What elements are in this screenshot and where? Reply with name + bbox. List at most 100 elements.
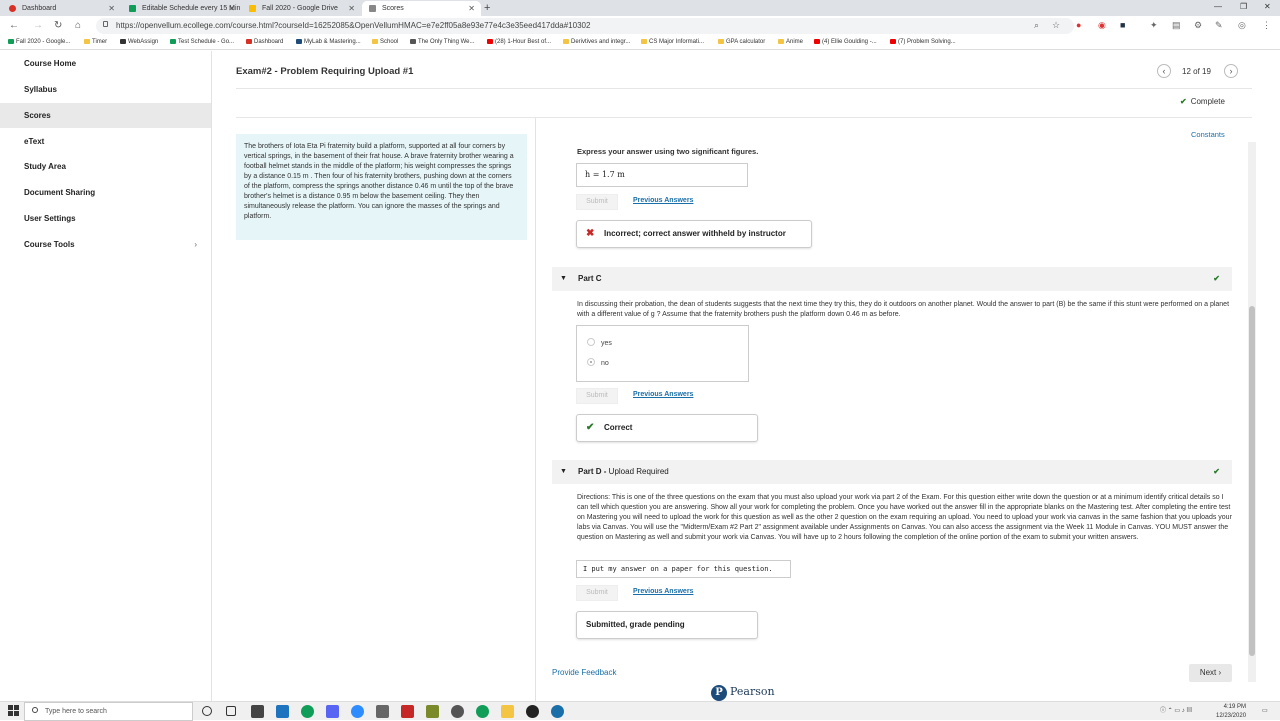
close-window-icon[interactable]: ✕: [1264, 0, 1271, 14]
cortana-icon[interactable]: [202, 706, 212, 716]
pearson-logo: P Pearson: [711, 685, 775, 701]
close-tab-icon[interactable]: ✕: [108, 1, 115, 16]
extension-icon[interactable]: ▤: [1172, 18, 1181, 32]
tab-favicon-icon: [129, 5, 136, 12]
taskbar-search-input[interactable]: Type here to search: [24, 702, 193, 721]
bookmark-item[interactable]: Fall 2020 - Google...: [8, 36, 70, 48]
bookmark-item[interactable]: Anime: [778, 36, 803, 48]
close-tab-icon[interactable]: ✕: [468, 1, 475, 16]
part-d-header[interactable]: ▼ Part D - Upload Required ✔: [552, 460, 1232, 484]
sidebar-item-scores[interactable]: Scores: [0, 103, 211, 128]
sidebar-item-etext[interactable]: eText: [0, 129, 211, 154]
zoom-icon[interactable]: [351, 705, 364, 718]
bookmark-item[interactable]: Derivtives and integr...: [563, 36, 630, 48]
sidebar-item-user-settings[interactable]: User Settings: [0, 206, 211, 231]
bookmark-item[interactable]: The Only Thing We...: [410, 36, 474, 48]
taskbar-clock[interactable]: 4:19 PM 12/23/2020: [1216, 703, 1246, 721]
part-b-answer-field[interactable]: h = 1.7 m: [576, 163, 748, 187]
collapse-triangle-icon[interactable]: ▼: [560, 267, 567, 291]
new-tab-button[interactable]: +: [484, 0, 490, 16]
discord-icon[interactable]: [326, 705, 339, 718]
collapse-triangle-icon[interactable]: ▼: [560, 460, 567, 484]
sidebar-item-syllabus[interactable]: Syllabus: [0, 77, 211, 102]
minimize-icon[interactable]: —: [1214, 0, 1222, 14]
browser-menu-icon[interactable]: ⋮: [1262, 18, 1271, 32]
app-icon[interactable]: [376, 705, 389, 718]
constants-link[interactable]: Constants: [1191, 130, 1225, 139]
part-d-answer-field[interactable]: I put my answer on a paper for this ques…: [576, 560, 791, 578]
sidebar-item-course-home[interactable]: Course Home: [0, 51, 211, 76]
page-title: Exam#2 - Problem Requiring Upload #1: [236, 66, 414, 77]
bookmark-item[interactable]: School: [372, 36, 398, 48]
profile-avatar-icon[interactable]: ◎: [1238, 18, 1246, 32]
sidebar-item-document-sharing[interactable]: Document Sharing: [0, 180, 211, 205]
chrome-icon[interactable]: [476, 705, 489, 718]
part-b-submit-button[interactable]: Submit: [576, 194, 618, 210]
part-d-submit-button[interactable]: Submit: [576, 585, 618, 601]
app-icon[interactable]: [526, 705, 539, 718]
next-item-button[interactable]: ›: [1224, 64, 1238, 78]
previous-item-button[interactable]: ‹: [1157, 64, 1171, 78]
column-divider: [535, 118, 536, 701]
edge-icon[interactable]: [551, 705, 564, 718]
windows-start-icon[interactable]: [8, 705, 20, 717]
radio-option-no[interactable]: no: [587, 358, 609, 369]
part-c-header[interactable]: ▼ Part C ✔: [552, 267, 1232, 291]
part-c-submit-button[interactable]: Submit: [576, 388, 618, 404]
bookmark-item[interactable]: (7) Problem Solving...: [890, 36, 956, 48]
bookmark-item[interactable]: Timer: [84, 36, 107, 48]
notifications-icon[interactable]: ▭: [1262, 707, 1268, 716]
address-bar[interactable]: https://openvellum.ecollege.com/course.h…: [96, 18, 1074, 34]
back-icon[interactable]: ←: [9, 19, 19, 33]
check-icon: ✔: [1213, 467, 1220, 476]
reload-icon[interactable]: ↻: [54, 19, 62, 33]
app-icon[interactable]: [401, 705, 414, 718]
browser-tab[interactable]: Editable Schedule every 15 Min ✕: [122, 1, 241, 16]
task-view-icon[interactable]: [226, 706, 236, 716]
next-button[interactable]: Next ›: [1189, 664, 1232, 682]
part-c-previous-answers-link[interactable]: Previous Answers: [633, 391, 693, 398]
radio-selected-icon[interactable]: [587, 358, 595, 366]
scrollbar-thumb[interactable]: [1249, 306, 1255, 656]
app-icon[interactable]: [251, 705, 264, 718]
sidebar-item-course-tools[interactable]: Course Tools ›: [0, 232, 211, 257]
provide-feedback-link[interactable]: Provide Feedback: [552, 668, 616, 677]
bookmark-item[interactable]: GPA calculator: [718, 36, 765, 48]
part-c-question: In discussing their probation, the dean …: [577, 301, 1230, 318]
sidebar-item-study-area[interactable]: Study Area: [0, 154, 211, 179]
system-tray-icons[interactable]: ⓘ ⌃ ▭ ♪ ▤: [1160, 707, 1192, 716]
close-tab-icon[interactable]: ✕: [228, 1, 235, 16]
browser-tab[interactable]: Fall 2020 - Google Drive ✕: [242, 1, 361, 16]
radio-option-yes[interactable]: yes: [587, 338, 612, 349]
extension-icon[interactable]: ✎: [1215, 18, 1223, 32]
home-icon[interactable]: ⌂: [75, 19, 81, 33]
browser-tab-active[interactable]: Scores ✕: [362, 1, 481, 16]
extension-icon[interactable]: ◉: [1098, 18, 1106, 32]
part-b-previous-answers-link[interactable]: Previous Answers: [633, 197, 693, 204]
radio-icon[interactable]: [587, 338, 595, 346]
part-d-previous-answers-link[interactable]: Previous Answers: [633, 588, 693, 595]
zoom-icon[interactable]: ⌕: [1034, 18, 1039, 32]
extension-icon[interactable]: ●: [1076, 18, 1081, 32]
chrome-icon[interactable]: [301, 705, 314, 718]
file-explorer-icon[interactable]: [501, 705, 514, 718]
search-icon: [32, 707, 38, 713]
extension-icon[interactable]: ⚙: [1194, 18, 1202, 32]
app-icon[interactable]: [426, 705, 439, 718]
forward-icon[interactable]: →: [33, 19, 43, 33]
bookmark-item[interactable]: CS Major Informati...: [641, 36, 704, 48]
maximize-icon[interactable]: ❐: [1240, 0, 1247, 14]
settings-icon[interactable]: [451, 705, 464, 718]
bookmark-item[interactable]: (28) 1-Hour Best of...: [487, 36, 551, 48]
bookmark-item[interactable]: Dashboard: [246, 36, 283, 48]
mail-icon[interactable]: [276, 705, 289, 718]
extension-icon[interactable]: ■: [1120, 18, 1125, 32]
browser-tab[interactable]: Dashboard ✕: [2, 1, 121, 16]
bookmark-item[interactable]: MyLab & Mastering...: [296, 36, 361, 48]
bookmark-star-icon[interactable]: ☆: [1052, 18, 1060, 32]
close-tab-icon[interactable]: ✕: [348, 1, 355, 16]
bookmark-item[interactable]: (4) Ellie Goulding -...: [814, 36, 877, 48]
bookmark-item[interactable]: WebAssign: [120, 36, 158, 48]
extension-icon[interactable]: ✦: [1150, 18, 1158, 32]
bookmark-item[interactable]: Test Schedule - Go...: [170, 36, 234, 48]
